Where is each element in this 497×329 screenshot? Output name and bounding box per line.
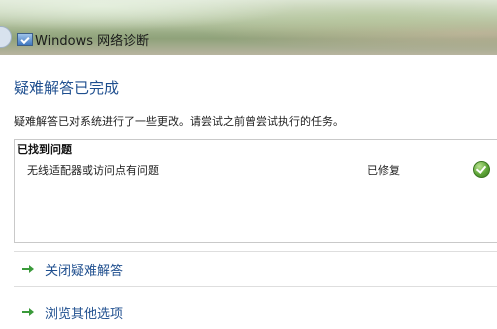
result-description: 疑难解答已对系统进行了一些更改。请尝试之前曾尝试执行的任务。 — [14, 115, 344, 128]
green-arrow-icon — [22, 307, 34, 317]
window-title: Windows 网络诊断 — [35, 34, 150, 49]
issue-status: 已修复 — [367, 164, 400, 177]
page-heading: 疑难解答已完成 — [14, 79, 120, 97]
close-troubleshooter-option[interactable]: 关闭疑难解答 — [14, 251, 497, 287]
content-area: 疑难解答已完成 疑难解答已对系统进行了一些更改。请尝试之前曾尝试执行的任务。 已… — [0, 55, 497, 329]
issue-name: 无线适配器或访问点有问题 — [27, 164, 159, 177]
green-arrow-icon — [22, 264, 34, 274]
issue-row: 无线适配器或访问点有问题 已修复 — [15, 160, 497, 180]
network-diagnostics-icon — [17, 33, 33, 46]
back-button[interactable] — [0, 26, 12, 48]
explore-other-options-option[interactable]: 浏览其他选项 — [14, 295, 497, 329]
issues-found-panel: 已找到问题 无线适配器或访问点有问题 已修复 — [14, 139, 497, 243]
close-troubleshooter-label: 关闭疑难解答 — [45, 264, 124, 279]
issues-header: 已找到问题 — [17, 143, 72, 156]
check-icon — [473, 161, 490, 178]
title-bar: Windows 网络诊断 — [0, 0, 497, 55]
explore-other-options-label: 浏览其他选项 — [45, 307, 124, 322]
troubleshooter-window: Windows 网络诊断 疑难解答已完成 疑难解答已对系统进行了一些更改。请尝试… — [0, 0, 497, 329]
